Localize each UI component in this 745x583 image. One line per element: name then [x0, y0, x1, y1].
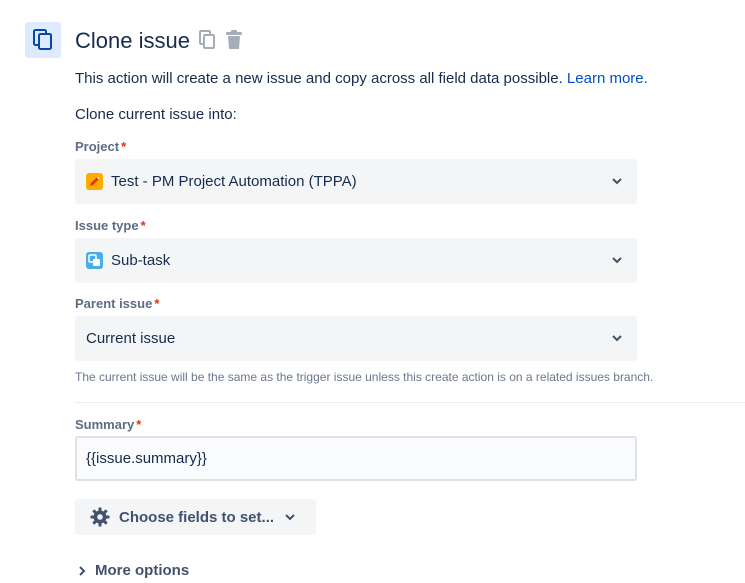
- summary-label: Summary *: [75, 417, 142, 432]
- description-text: This action will create a new issue and …: [75, 70, 563, 87]
- summary-input[interactable]: [75, 436, 637, 481]
- required-marker: *: [154, 296, 160, 311]
- more-options-label: More options: [95, 562, 190, 579]
- issue-type-label: Issue type *: [75, 218, 146, 233]
- subtask-icon: [86, 252, 103, 269]
- learn-more-link[interactable]: Learn more.: [567, 70, 648, 87]
- clone-subheading: Clone current issue into:: [75, 106, 237, 123]
- choose-fields-label: Choose fields to set...: [119, 508, 275, 526]
- action-title: Clone issue: [75, 28, 190, 53]
- project-select[interactable]: Test - PM Project Automation (TPPA): [75, 159, 637, 204]
- issue-type-value: Sub-task: [111, 252, 171, 269]
- action-description: This action will create a new issue and …: [75, 70, 648, 88]
- required-marker: *: [136, 417, 142, 432]
- required-marker: *: [121, 139, 127, 154]
- more-options-toggle[interactable]: More options: [77, 562, 189, 579]
- project-avatar-icon: [86, 173, 103, 190]
- parent-issue-value: Current issue: [86, 330, 176, 347]
- chevron-down-icon: [611, 175, 623, 187]
- project-value: Test - PM Project Automation (TPPA): [111, 173, 357, 190]
- section-divider: [75, 402, 745, 403]
- parent-issue-select[interactable]: Current issue: [75, 316, 637, 361]
- trash-icon[interactable]: [225, 30, 243, 50]
- project-label: Project *: [75, 139, 127, 154]
- choose-fields-button[interactable]: Choose fields to set...: [75, 499, 316, 535]
- chevron-down-icon: [611, 332, 623, 344]
- clone-action-icon: [25, 22, 61, 58]
- chevron-right-icon: [77, 565, 87, 577]
- chevron-down-icon: [611, 254, 623, 266]
- required-marker: *: [140, 218, 146, 233]
- gear-icon: [90, 507, 110, 527]
- copy-icon: [33, 29, 52, 50]
- parent-issue-label: Parent issue *: [75, 296, 160, 311]
- chevron-down-icon: [284, 511, 296, 523]
- parent-issue-helper-text: The current issue will be the same as th…: [75, 370, 654, 384]
- issue-type-select[interactable]: Sub-task: [75, 238, 637, 283]
- duplicate-icon[interactable]: [199, 30, 217, 50]
